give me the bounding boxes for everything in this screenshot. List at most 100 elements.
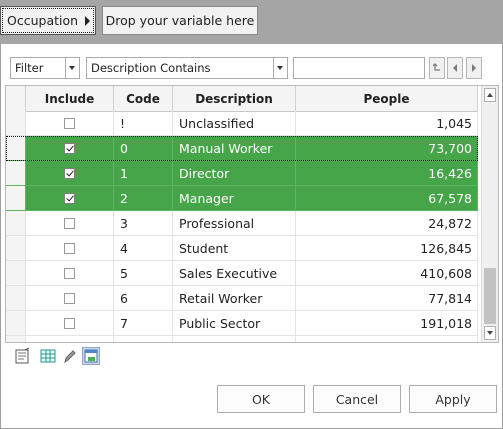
people-cell: 126,845: [296, 236, 478, 260]
filter-select-value: Filter: [15, 61, 44, 75]
apply-button[interactable]: Apply: [409, 385, 497, 413]
filter-mode-select[interactable]: Description Contains: [86, 57, 288, 79]
previous-icon[interactable]: [447, 57, 463, 79]
table-row[interactable]: 0 Manual Worker 73,700: [6, 136, 478, 161]
table-row[interactable]: ! Unclassified 1,045: [6, 111, 478, 136]
include-checkbox[interactable]: [64, 217, 75, 229]
description-cell: Student: [173, 236, 296, 260]
people-cell: 67,578: [296, 186, 478, 210]
include-checkbox[interactable]: [64, 267, 75, 279]
scroll-up-icon[interactable]: [484, 88, 496, 102]
row-selector[interactable]: [6, 286, 26, 310]
people-cell: 16,426: [296, 161, 478, 185]
variable-chip-label: Occupation: [7, 13, 79, 28]
variable-toolbar: Occupation Drop your variable here: [0, 0, 503, 44]
code-cell: 7: [114, 311, 173, 335]
description-cell: Manager: [173, 186, 296, 210]
row-selector[interactable]: [6, 236, 26, 260]
grid-icon[interactable]: [39, 347, 57, 365]
row-selector[interactable]: [6, 111, 26, 135]
description-cell: Professional: [173, 211, 296, 235]
people-column-header[interactable]: People: [296, 86, 478, 111]
include-cell: [26, 311, 114, 335]
people-cell: 77,814: [296, 286, 478, 310]
include-cell: [26, 111, 114, 135]
include-checkbox[interactable]: [64, 292, 75, 304]
table-row[interactable]: 3 Professional 24,872: [6, 211, 478, 236]
next-icon[interactable]: [466, 57, 482, 79]
code-cell: 3: [114, 211, 173, 235]
include-checkbox[interactable]: [64, 242, 75, 254]
code-column-header[interactable]: Code: [114, 86, 173, 111]
people-cell: 191,018: [296, 311, 478, 335]
include-checkbox[interactable]: [64, 192, 75, 204]
description-cell: Director: [173, 161, 296, 185]
include-checkbox[interactable]: [64, 167, 75, 179]
occupation-grid: Include Code Description People ! Unclas…: [5, 85, 499, 343]
properties-icon[interactable]: [14, 347, 32, 365]
row-selector[interactable]: [6, 311, 26, 335]
pencil-icon[interactable]: [61, 347, 79, 365]
people-cell: [296, 336, 478, 342]
code-cell: 6: [114, 286, 173, 310]
filter-search-input[interactable]: [293, 57, 425, 79]
include-cell: [26, 161, 114, 185]
table-row[interactable]: 7 Public Sector 191,018: [6, 311, 478, 336]
code-cell: 0: [114, 136, 173, 160]
vertical-scrollbar[interactable]: [481, 86, 498, 342]
table-row[interactable]: 8: [6, 336, 478, 344]
code-cell: 1: [114, 161, 173, 185]
table-row[interactable]: 4 Student 126,845: [6, 236, 478, 261]
include-cell: [26, 261, 114, 285]
people-cell: 410,608: [296, 261, 478, 285]
row-selector[interactable]: [6, 261, 26, 285]
ok-button[interactable]: OK: [217, 385, 305, 413]
chevron-right-icon[interactable]: [85, 16, 90, 26]
code-cell: 5: [114, 261, 173, 285]
filter-mode-value: Description Contains: [91, 61, 211, 75]
description-cell: [173, 336, 296, 342]
filter-select[interactable]: Filter: [10, 57, 80, 79]
reset-filter-icon[interactable]: [429, 57, 445, 79]
include-checkbox[interactable]: [64, 343, 75, 344]
include-cell: [26, 136, 114, 160]
description-cell: Manual Worker: [173, 136, 296, 160]
row-selector[interactable]: [6, 186, 26, 210]
include-checkbox[interactable]: [64, 142, 75, 154]
people-cell: 1,045: [296, 111, 478, 135]
chevron-down-icon[interactable]: [65, 58, 79, 78]
occupation-variable-chip[interactable]: Occupation: [0, 6, 96, 35]
row-header-corner: [6, 86, 26, 111]
row-selector[interactable]: [6, 161, 26, 185]
scroll-thumb[interactable]: [484, 268, 496, 324]
table-row[interactable]: 1 Director 16,426: [6, 161, 478, 186]
row-selector[interactable]: [6, 136, 26, 160]
cancel-button[interactable]: Cancel: [313, 385, 401, 413]
table-row[interactable]: 5 Sales Executive 410,608: [6, 261, 478, 286]
row-selector[interactable]: [6, 211, 26, 235]
table-row[interactable]: 2 Manager 67,578: [6, 186, 478, 211]
people-cell: 73,700: [296, 136, 478, 160]
include-cell: [26, 211, 114, 235]
code-cell: 8: [114, 336, 173, 342]
code-cell: 4: [114, 236, 173, 260]
include-checkbox[interactable]: [64, 317, 75, 329]
drop-variable-zone[interactable]: Drop your variable here: [102, 6, 258, 35]
include-checkbox[interactable]: [64, 117, 75, 129]
description-column-header[interactable]: Description: [173, 86, 296, 111]
description-cell: Retail Worker: [173, 286, 296, 310]
table-row[interactable]: 6 Retail Worker 77,814: [6, 286, 478, 311]
description-cell: Unclassified: [173, 111, 296, 135]
include-cell: [26, 286, 114, 310]
scroll-down-icon[interactable]: [484, 326, 496, 340]
code-cell: 2: [114, 186, 173, 210]
row-selector[interactable]: [6, 336, 26, 342]
people-cell: 24,872: [296, 211, 478, 235]
include-cell: [26, 336, 114, 344]
include-cell: [26, 236, 114, 260]
grid-header: Include Code Description People: [6, 86, 478, 112]
chevron-down-icon[interactable]: [273, 58, 287, 78]
save-view-icon[interactable]: [82, 347, 100, 365]
code-cell: !: [114, 111, 173, 135]
include-column-header[interactable]: Include: [26, 86, 114, 111]
